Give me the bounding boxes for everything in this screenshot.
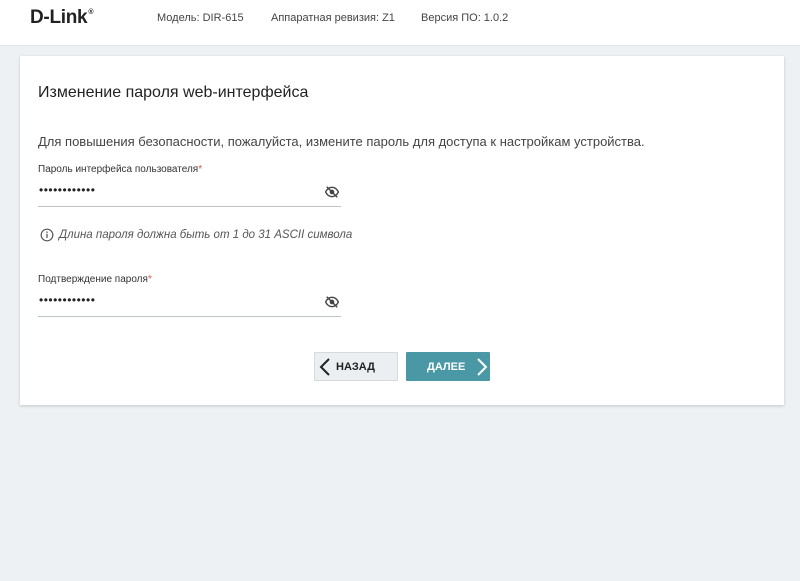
confirm-password-value[interactable]: ••••••••••••: [39, 293, 95, 307]
chevron-right-icon: [477, 357, 488, 376]
confirm-password-field[interactable]: ••••••••••••: [38, 290, 341, 317]
required-mark: *: [147, 274, 152, 285]
page-title: Изменение пароля web-интерфейса: [38, 84, 309, 101]
confirm-label: Подтверждение пароля*: [38, 274, 152, 285]
chevron-left-icon: [319, 357, 330, 376]
device-model: Модель: DIR-615: [157, 12, 244, 24]
eye-off-icon[interactable]: [325, 295, 339, 309]
password-label: Пароль интерфейса пользователя*: [38, 164, 202, 175]
logo-text: D-Link: [30, 7, 88, 28]
firmware-version: Версия ПО: 1.0.2: [421, 12, 509, 24]
password-change-card: Изменение пароля web-интерфейса Для повы…: [20, 56, 784, 405]
required-mark: *: [198, 164, 203, 175]
logo-registered-mark: ®: [88, 9, 94, 16]
back-button[interactable]: НАЗАД: [314, 352, 398, 381]
info-icon: [40, 228, 54, 242]
page-description: Для повышения безопасности, пожалуйста, …: [38, 134, 645, 149]
confirm-label-text: Подтверждение пароля: [38, 274, 148, 285]
back-button-label: НАЗАД: [336, 360, 375, 373]
dlink-logo: D-Link®: [30, 7, 93, 29]
password-label-text: Пароль интерфейса пользователя: [38, 164, 199, 175]
hardware-revision: Аппаратная ревизия: Z1: [271, 12, 395, 24]
hint-text: Длина пароля должна быть от 1 до 31 ASCI…: [59, 229, 353, 241]
next-button-label: ДАЛЕЕ: [427, 360, 466, 373]
password-hint: Длина пароля должна быть от 1 до 31 ASCI…: [40, 228, 352, 242]
eye-off-icon[interactable]: [325, 185, 339, 199]
password-field[interactable]: ••••••••••••: [38, 180, 341, 207]
password-value[interactable]: ••••••••••••: [39, 183, 95, 197]
next-button[interactable]: ДАЛЕЕ: [406, 352, 490, 381]
top-header: D-Link® Модель: DIR-615 Аппаратная ревиз…: [0, 0, 800, 46]
